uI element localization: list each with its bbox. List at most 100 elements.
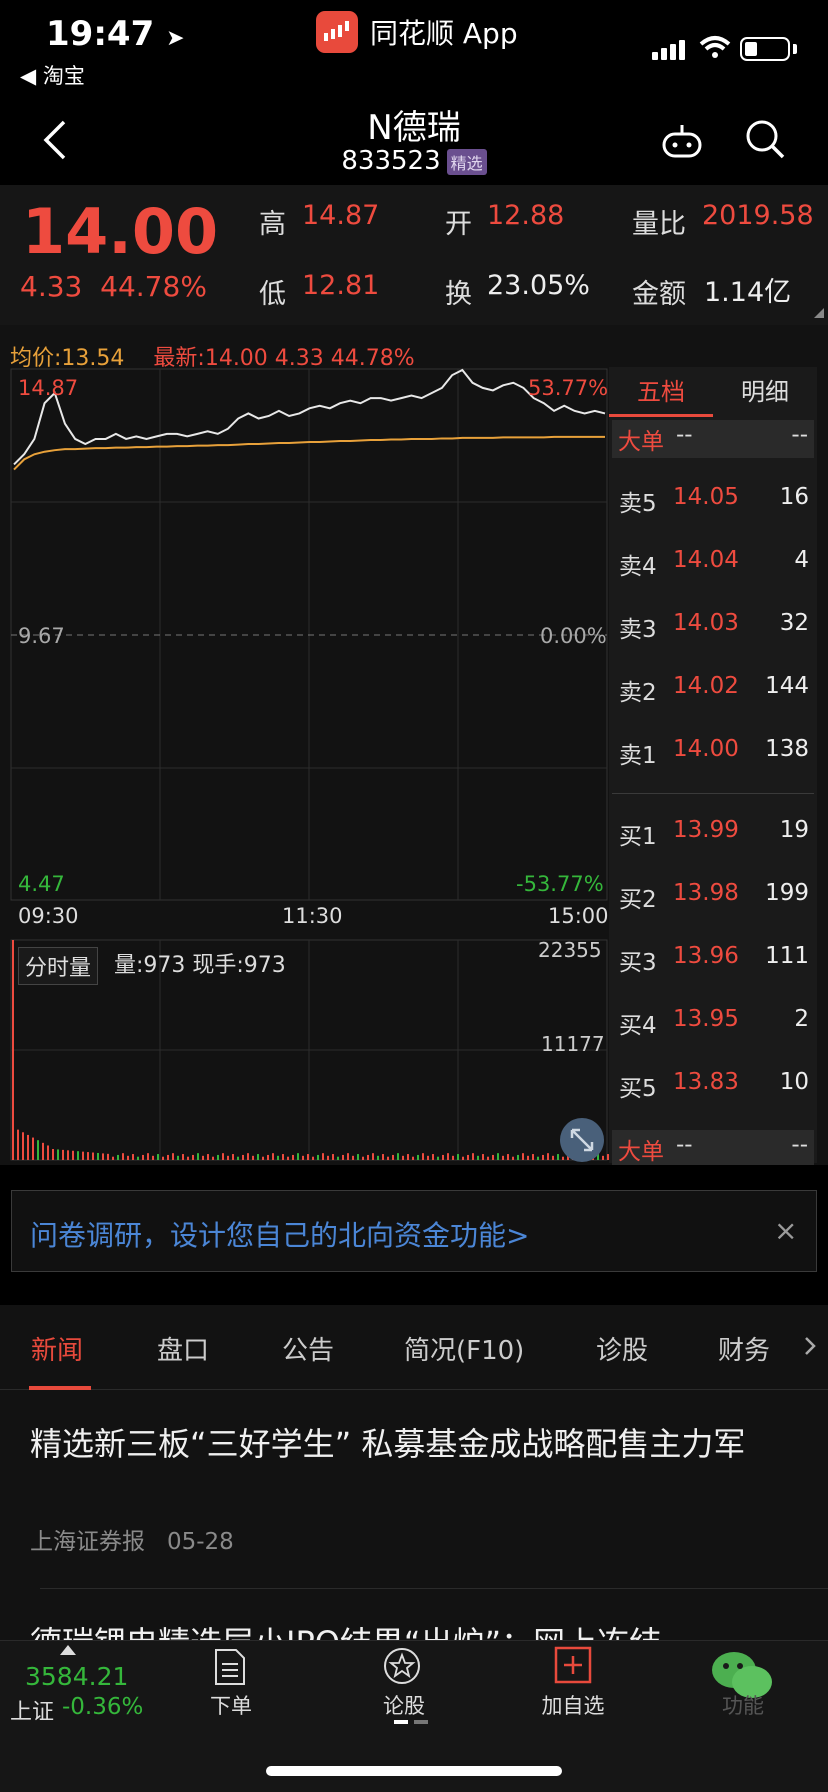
volume-bar: [467, 1154, 469, 1160]
forum-button-label[interactable]: 论股: [334, 1690, 474, 1720]
volume-bar: [197, 1153, 199, 1160]
volume-bar: [202, 1155, 204, 1160]
add-watchlist-label[interactable]: 加自选: [503, 1690, 643, 1720]
app-name: 同花顺 App: [370, 17, 518, 50]
tab-details[interactable]: 明细: [713, 367, 817, 417]
tab-news[interactable]: 新闻: [31, 1330, 83, 1367]
volume-bar: [187, 1156, 189, 1160]
volume-bar: [517, 1154, 519, 1160]
volume-bar: [527, 1155, 529, 1160]
bid-label: 买5: [619, 1076, 657, 1102]
big-order-bottom-row: 大单 -- --: [612, 1130, 814, 1168]
index-change: -0.36%: [62, 1694, 144, 1720]
ask-price: 14.03: [673, 610, 739, 636]
volume-type-selector[interactable]: 分时量: [18, 947, 99, 985]
survey-close-icon[interactable]: ×: [774, 1214, 797, 1247]
big-order-top-row: 大单 -- --: [612, 420, 814, 458]
ask-price: 14.02: [673, 673, 739, 699]
last-price: 14.00: [22, 195, 219, 268]
ask-volume: 16: [779, 484, 809, 510]
function-label[interactable]: 功能: [673, 1690, 813, 1720]
volume-bar: [167, 1154, 169, 1160]
tabs-more-chevron-icon[interactable]: [804, 1336, 816, 1356]
ask-volume: 138: [765, 736, 809, 762]
volume-bar: [332, 1154, 334, 1160]
volume-bar: [112, 1156, 114, 1160]
volume-bar: [312, 1156, 314, 1160]
bid-label: 买1: [619, 824, 657, 850]
bid-row[interactable]: 买5 13.83 10: [619, 1069, 809, 1103]
tab-diagnosis[interactable]: 诊股: [596, 1330, 648, 1367]
volume-bar: [462, 1156, 464, 1160]
bid-row[interactable]: 买1 13.99 19: [619, 817, 809, 851]
tab-handicap[interactable]: 盘口: [157, 1330, 209, 1367]
bid-row[interactable]: 买3 13.96 111: [619, 943, 809, 977]
tab-finance[interactable]: 财务: [718, 1330, 770, 1367]
ask-row[interactable]: 卖3 14.03 32: [619, 610, 809, 644]
volume-bar: [397, 1153, 399, 1160]
news-item-meta: 上海证券报 05-28: [30, 1529, 234, 1555]
volume-bar: [362, 1156, 364, 1160]
search-icon[interactable]: [744, 118, 786, 160]
news-divider: [40, 1588, 828, 1589]
big-order-dash: --: [676, 1132, 693, 1158]
volume-bar: [422, 1153, 424, 1160]
volume-bar: [477, 1155, 479, 1160]
volume-bar: [502, 1155, 504, 1160]
ask-row[interactable]: 卖2 14.02 144: [619, 673, 809, 707]
volume-bar: [302, 1155, 304, 1160]
volume-bar: [512, 1156, 514, 1160]
volume-bar: [337, 1156, 339, 1160]
add-watchlist-icon[interactable]: [554, 1646, 592, 1684]
intraday-chart[interactable]: [0, 365, 610, 1165]
volume-bar: [457, 1154, 459, 1160]
forum-star-icon[interactable]: [382, 1646, 422, 1686]
robot-assistant-icon[interactable]: [660, 122, 704, 160]
order-doc-icon[interactable]: [212, 1648, 248, 1686]
news-item-title-2[interactable]: 德瑞锂电精选层小IPO结果“出炉”：网上冻结: [30, 1618, 800, 1640]
volume-bar: [417, 1154, 419, 1160]
volume-bar: [117, 1154, 119, 1160]
volume-bar: [27, 1134, 29, 1160]
order-button-label[interactable]: 下单: [161, 1690, 301, 1720]
index-value[interactable]: 3584.21: [25, 1662, 128, 1691]
ask-label: 卖4: [619, 554, 657, 580]
survey-link[interactable]: 问卷调研，设计您自己的北向资金功能>: [30, 1214, 529, 1254]
volume-bar: [497, 1153, 499, 1160]
tab-announcements[interactable]: 公告: [282, 1330, 334, 1367]
status-time: 19:47 ➤: [46, 14, 185, 54]
ask-row[interactable]: 卖5 14.05 16: [619, 484, 809, 518]
ask-price: 14.00: [673, 736, 739, 762]
bid-volume: 2: [794, 1006, 809, 1032]
tab-f10[interactable]: 简况(F10): [404, 1330, 524, 1367]
app-logo-icon: [316, 11, 358, 53]
volume-bar: [532, 1154, 534, 1160]
time-mid: 11:30: [282, 904, 343, 928]
volume-bar: [247, 1153, 249, 1160]
ask-row[interactable]: 卖4 14.04 4: [619, 547, 809, 581]
bid-row[interactable]: 买4 13.95 2: [619, 1006, 809, 1040]
back-to-app-link[interactable]: ◀ 淘宝: [20, 60, 85, 90]
amount-value: 1.14亿: [704, 277, 792, 308]
volume-bar: [137, 1156, 139, 1160]
bid-price: 13.96: [673, 943, 739, 969]
ask-row[interactable]: 卖1 14.00 138: [619, 736, 809, 770]
bid-volume: 111: [765, 943, 809, 969]
expand-corner-icon[interactable]: [814, 308, 824, 318]
fullscreen-button[interactable]: [560, 1118, 604, 1162]
volume-mid: 11177: [541, 1032, 605, 1056]
bid-row[interactable]: 买2 13.98 199: [619, 880, 809, 914]
volume-bar: [452, 1155, 454, 1160]
big-order-label: 大单: [618, 1139, 664, 1165]
volume-bar: [292, 1154, 294, 1160]
volume-bar: [282, 1154, 284, 1160]
ask-volume: 144: [765, 673, 809, 699]
tab-five-levels[interactable]: 五档: [609, 367, 713, 417]
volume-bar: [212, 1156, 214, 1160]
volume-bar: [122, 1153, 124, 1160]
volume-bar: [357, 1154, 359, 1160]
volume-bar: [67, 1150, 69, 1160]
bid-label: 买4: [619, 1013, 657, 1039]
stock-code: 833523: [341, 146, 441, 176]
news-item-title[interactable]: 精选新三板“三好学生” 私募基金成战略配售主力军: [30, 1420, 800, 1468]
